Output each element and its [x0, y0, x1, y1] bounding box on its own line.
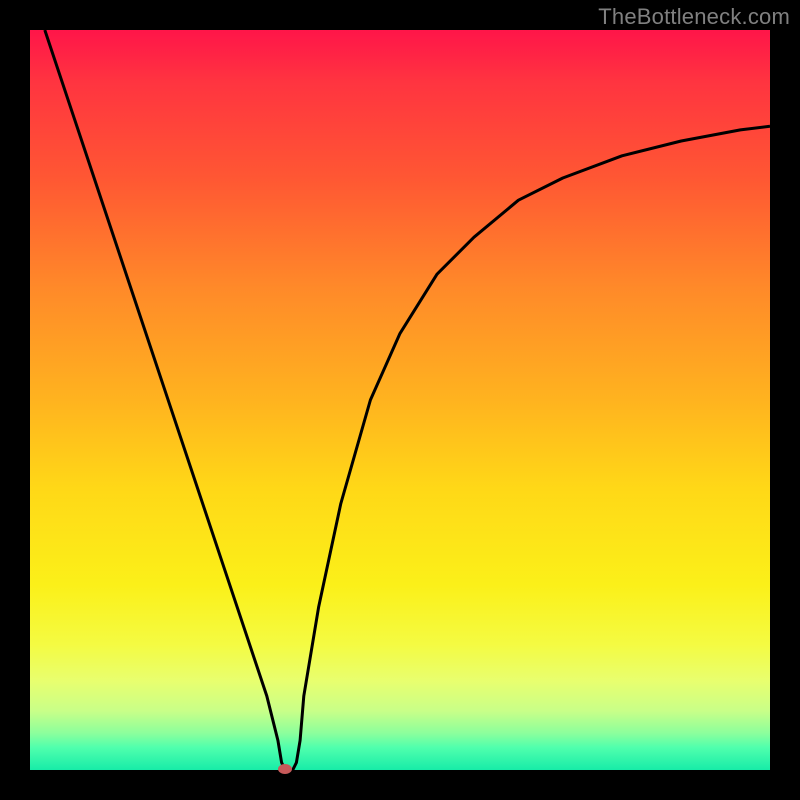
- minimum-marker: [278, 764, 292, 774]
- watermark-text: TheBottleneck.com: [598, 4, 790, 30]
- chart-container: TheBottleneck.com: [0, 0, 800, 800]
- bottleneck-curve: [45, 30, 770, 770]
- curve-layer: [30, 30, 770, 770]
